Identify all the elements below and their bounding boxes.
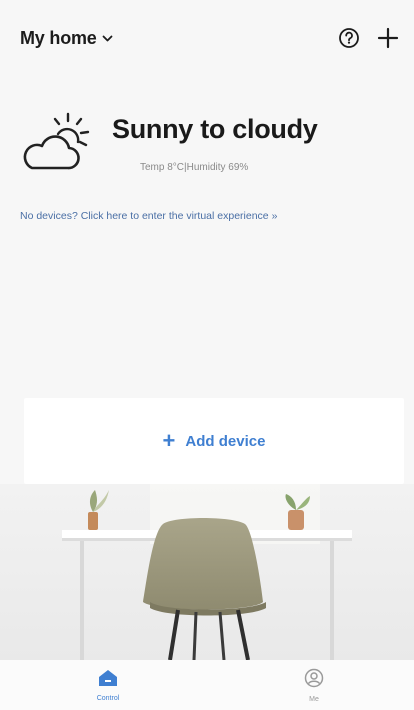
tab-me-label: Me — [309, 695, 319, 703]
home-title: My home — [20, 27, 97, 48]
add-device-label: Add device — [185, 432, 266, 450]
top-bar: My home — [0, 0, 414, 76]
tab-me[interactable]: Me — [286, 668, 342, 703]
home-icon — [98, 669, 118, 692]
profile-icon — [304, 668, 324, 693]
tab-control[interactable]: Control — [80, 669, 136, 702]
weather-condition: Sunny to cloudy — [112, 114, 318, 144]
bottom-navigation: Control Me — [0, 660, 414, 710]
tab-control-label: Control — [96, 694, 120, 702]
add-icon[interactable] — [376, 26, 400, 50]
weather-panel: Sunny to cloudy Temp 8°C|Humidity 69% — [20, 108, 400, 188]
virtual-experience-text: No devices? Click here to enter the virt… — [20, 210, 269, 222]
weather-details: Temp 8°C|Humidity 69% — [140, 162, 249, 173]
header-actions — [338, 26, 400, 50]
add-device-button[interactable]: + Add device — [24, 398, 404, 484]
partly-sunny-icon — [20, 112, 102, 181]
empty-home-illustration — [0, 484, 414, 660]
home-selector[interactable]: My home — [20, 28, 113, 49]
plus-icon: + — [162, 428, 176, 453]
virtual-experience-link[interactable]: No devices? Click here to enter the virt… — [20, 208, 350, 225]
double-chevron-right-icon: » — [271, 210, 278, 222]
help-icon[interactable] — [338, 27, 360, 49]
chevron-down-icon — [102, 30, 113, 48]
app-screen: My home Sunny to cloudy Temp 8°C|Humidit… — [0, 0, 414, 710]
